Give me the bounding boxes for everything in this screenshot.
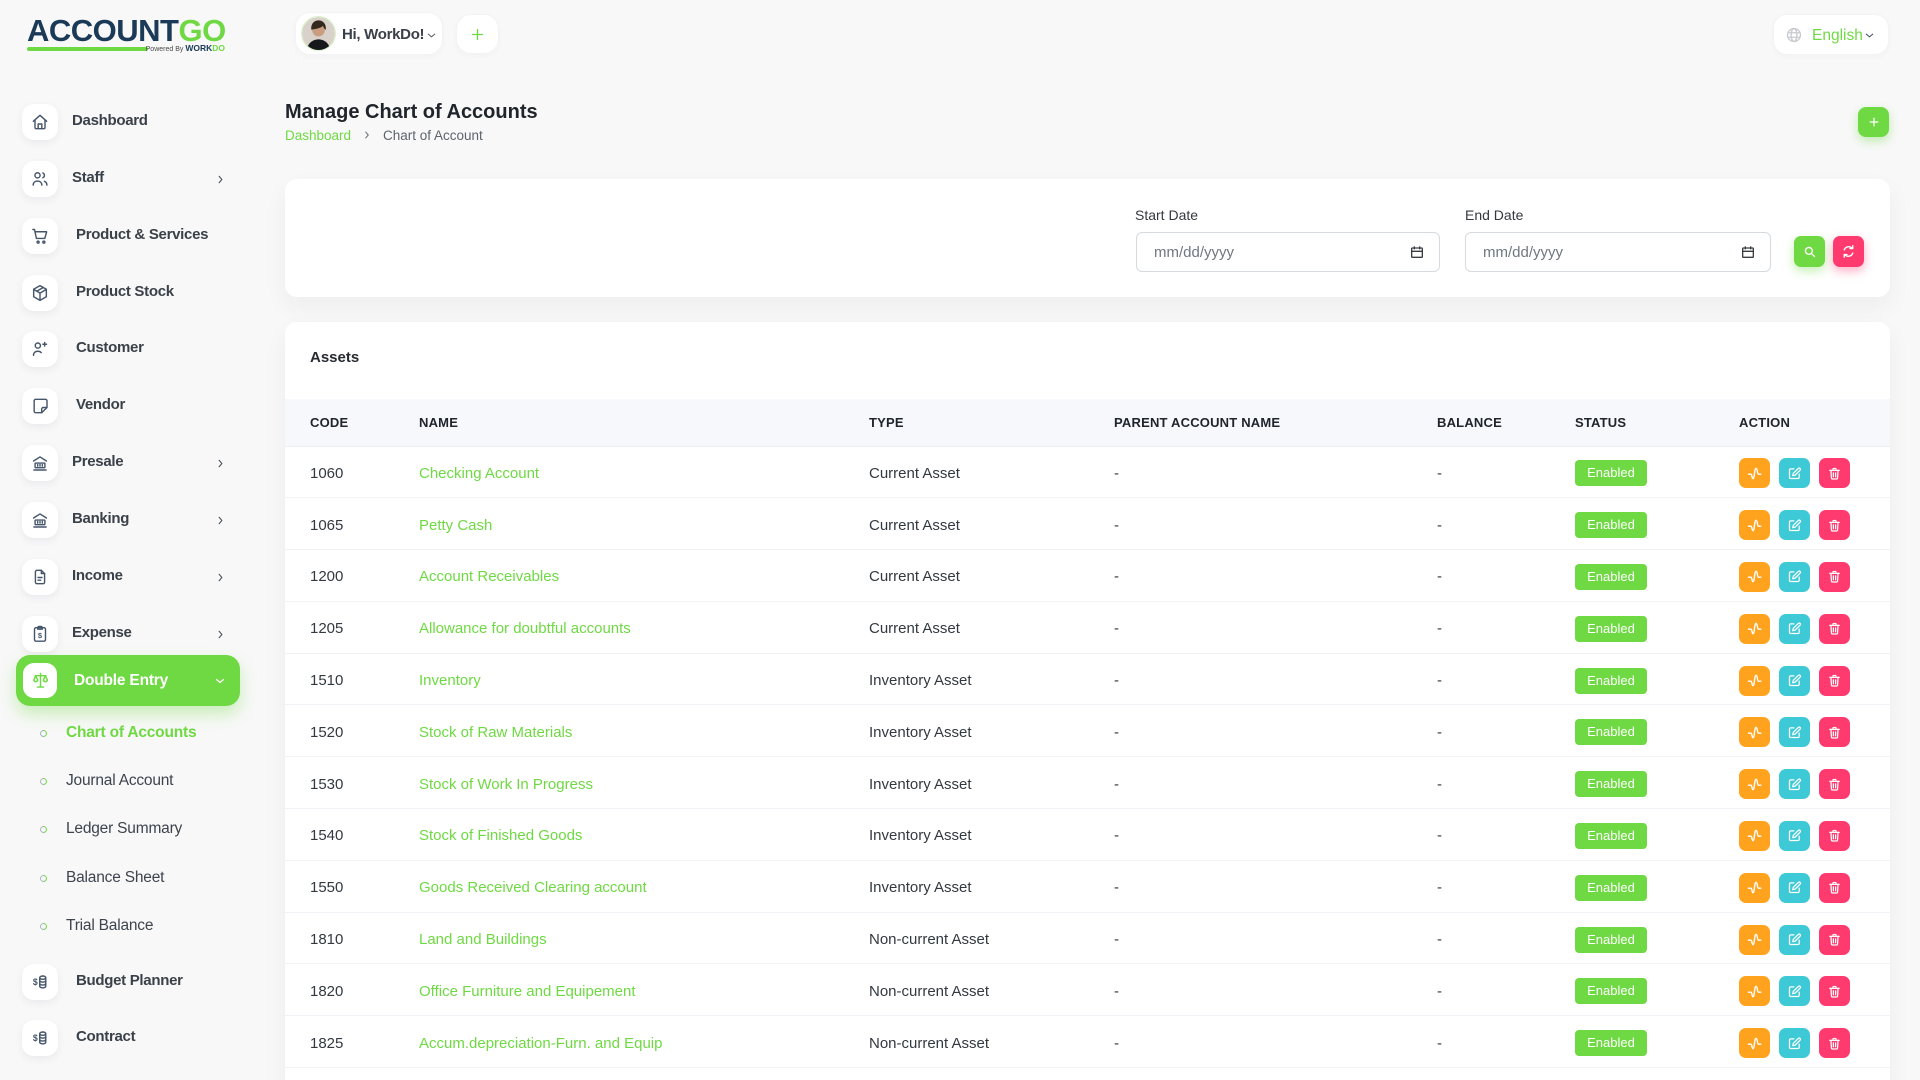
svg-text:$: $ [33, 977, 38, 987]
svg-text:$: $ [33, 1033, 38, 1043]
svg-text:$: $ [38, 631, 43, 640]
